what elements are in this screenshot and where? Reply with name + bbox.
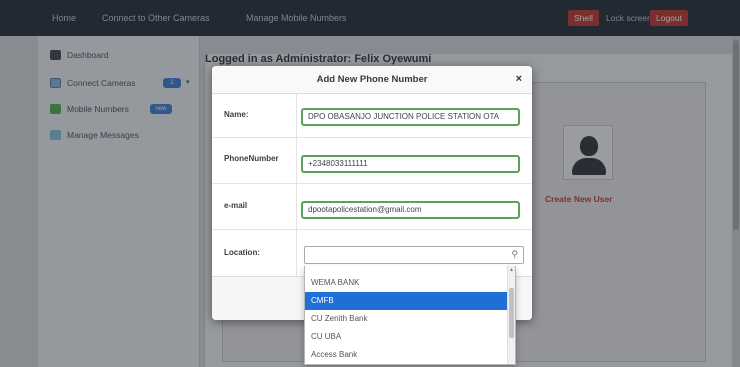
row-divider bbox=[296, 230, 297, 276]
row-divider bbox=[296, 184, 297, 229]
phone-field[interactable]: +2348033111111 bbox=[301, 155, 520, 173]
email-row: e-mail dpootapolicestation@gmail.com bbox=[212, 184, 532, 230]
email-field[interactable]: dpootapolicestation@gmail.com bbox=[301, 201, 520, 219]
row-divider bbox=[296, 94, 297, 137]
name-field[interactable]: DPO OBASANJO JUNCTION POLICE STATION OTA bbox=[301, 108, 520, 126]
dropdown-option[interactable]: WEMA BANK bbox=[305, 274, 509, 292]
close-icon[interactable]: × bbox=[516, 73, 522, 85]
location-label: Location: bbox=[224, 248, 260, 257]
phone-row: PhoneNumber +2348033111111 bbox=[212, 138, 532, 184]
search-icon: ⚲ bbox=[511, 249, 518, 259]
dropdown-option[interactable]: CU UBA bbox=[305, 328, 509, 346]
dropdown-option-selected[interactable]: CMFB bbox=[305, 292, 509, 310]
dropdown-option[interactable]: CU Zenith Bank bbox=[305, 310, 509, 328]
dropdown-scrollbar[interactable]: ▲ bbox=[507, 266, 515, 364]
scroll-up-icon[interactable]: ▲ bbox=[508, 266, 515, 274]
name-row: Name: DPO OBASANJO JUNCTION POLICE STATI… bbox=[212, 94, 532, 138]
modal-header: Add New Phone Number × bbox=[212, 66, 532, 94]
dropdown-scroll-thumb[interactable] bbox=[509, 288, 514, 338]
email-label: e-mail bbox=[224, 201, 248, 210]
location-dropdown: WEMA BANK CMFB CU Zenith Bank CU UBA Acc… bbox=[304, 266, 516, 365]
location-search-input[interactable]: ⚲ bbox=[304, 246, 524, 264]
dropdown-option[interactable]: Access Bank bbox=[305, 346, 509, 364]
phone-label: PhoneNumber bbox=[224, 154, 279, 163]
row-divider bbox=[296, 138, 297, 183]
modal-title: Add New Phone Number bbox=[316, 74, 428, 85]
name-label: Name: bbox=[224, 110, 249, 119]
